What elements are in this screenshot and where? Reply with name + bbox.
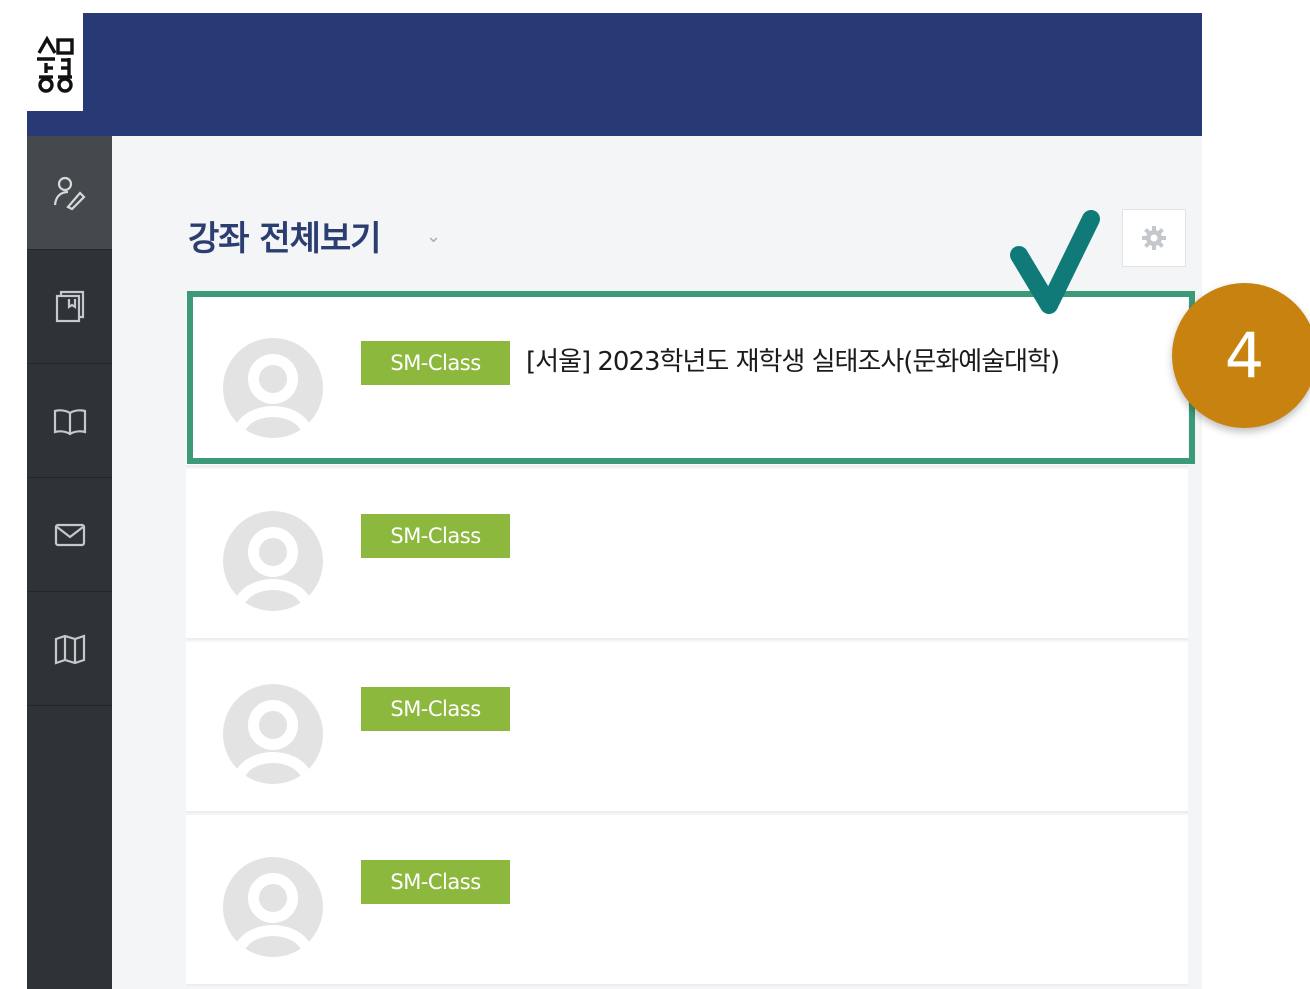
school-logo[interactable] — [27, 13, 83, 111]
sidebar-item-notebook[interactable] — [27, 250, 112, 364]
course-card[interactable]: SM-Class — [186, 469, 1188, 640]
course-card[interactable]: SM-Class — [186, 815, 1188, 986]
course-card[interactable]: SM-Class [서울] 2023학년도 재학생 실태조사(문화예술대학) — [186, 296, 1188, 467]
app-window: 강좌 전체보기 ⌄ SM-Class [서울] 2023학년도 재학생 실태조사… — [27, 13, 1202, 989]
sidebar-item-courses[interactable] — [27, 364, 112, 478]
checkmark-icon — [1010, 210, 1100, 314]
chevron-down-icon[interactable]: ⌄ — [426, 226, 441, 247]
course-title[interactable]: [서울] 2023학년도 재학생 실태조사(문화예술대학) — [526, 344, 1060, 380]
course-badge: SM-Class — [361, 514, 510, 558]
user-edit-icon — [53, 176, 86, 210]
course-avatar — [223, 857, 323, 957]
logo-mark — [37, 35, 74, 93]
sidebar — [27, 136, 112, 989]
course-badge: SM-Class — [361, 687, 510, 731]
course-avatar — [223, 684, 323, 784]
map-icon — [54, 633, 85, 665]
page-title[interactable]: 강좌 전체보기 — [188, 211, 382, 260]
course-card[interactable]: SM-Class — [186, 642, 1188, 813]
course-avatar — [223, 511, 323, 611]
sidebar-item-map[interactable] — [27, 592, 112, 706]
sidebar-item-profile[interactable] — [27, 136, 112, 250]
envelope-icon — [54, 523, 85, 546]
notebook-icon — [55, 290, 84, 322]
course-badge: SM-Class — [361, 860, 510, 904]
sidebar-item-messages[interactable] — [27, 478, 112, 592]
open-book-icon — [53, 408, 86, 435]
course-badge: SM-Class — [361, 341, 510, 385]
step-number: 4 — [1224, 319, 1265, 392]
course-avatar — [223, 338, 323, 438]
gear-icon — [1142, 226, 1166, 250]
top-header-bar — [27, 13, 1202, 136]
settings-button[interactable] — [1122, 209, 1186, 267]
